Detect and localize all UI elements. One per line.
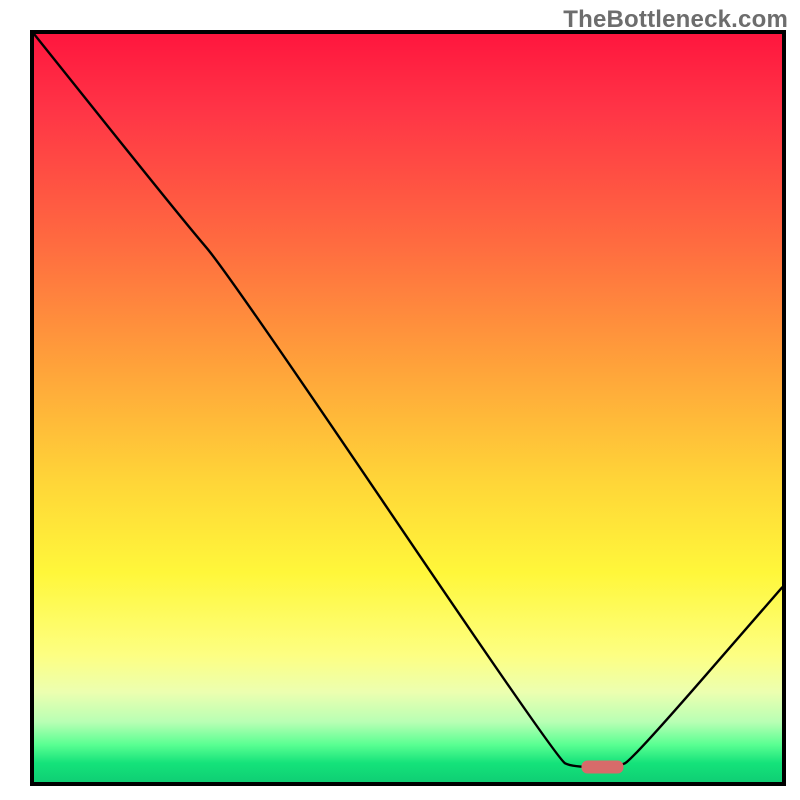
plot-area <box>30 30 786 786</box>
bottleneck-curve <box>34 34 782 767</box>
optimum-marker <box>581 761 623 774</box>
chart-svg <box>34 34 782 782</box>
chart-container: TheBottleneck.com <box>0 0 800 800</box>
